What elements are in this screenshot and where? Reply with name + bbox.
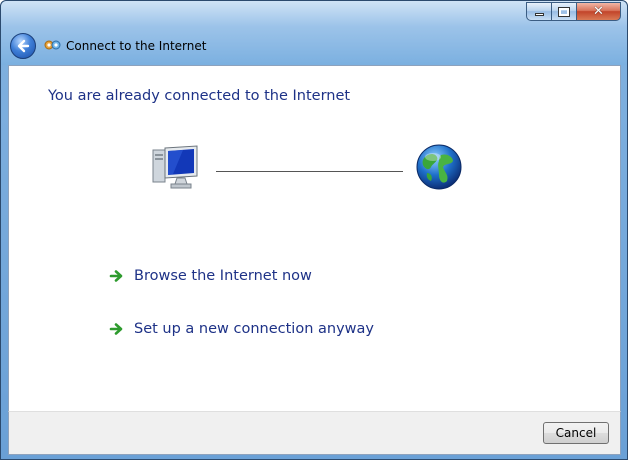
close-icon: ✕ xyxy=(593,4,604,19)
network-connection-icon xyxy=(44,40,61,50)
caption-buttons: ✕ xyxy=(526,2,621,22)
back-arrow-icon xyxy=(17,39,30,53)
close-button[interactable]: ✕ xyxy=(577,2,621,21)
browse-internet-link[interactable]: Browse the Internet now xyxy=(109,268,312,284)
cancel-button[interactable]: Cancel xyxy=(543,422,609,444)
computer-icon xyxy=(152,145,198,189)
minimize-button[interactable] xyxy=(526,2,552,21)
wizard-footer: Cancel xyxy=(8,411,621,455)
green-arrow-icon xyxy=(109,270,123,282)
window-title: Connect to the Internet xyxy=(66,39,207,53)
connection-line xyxy=(216,171,403,172)
page-heading: You are already connected to the Interne… xyxy=(48,88,351,104)
maximize-icon xyxy=(558,6,570,17)
new-connection-label: Set up a new connection anyway xyxy=(134,321,374,337)
globe-icon xyxy=(416,144,462,190)
browse-internet-label: Browse the Internet now xyxy=(134,268,312,284)
wizard-content: You are already connected to the Interne… xyxy=(8,65,621,411)
wizard-window: ✕ Connect to the Internet You are alread… xyxy=(0,0,628,460)
new-connection-link[interactable]: Set up a new connection anyway xyxy=(109,321,374,337)
minimize-icon xyxy=(534,13,544,16)
maximize-button[interactable] xyxy=(552,2,577,21)
title-bar: ✕ Connect to the Internet xyxy=(1,1,627,65)
green-arrow-icon xyxy=(109,323,123,335)
back-button[interactable] xyxy=(10,33,36,59)
